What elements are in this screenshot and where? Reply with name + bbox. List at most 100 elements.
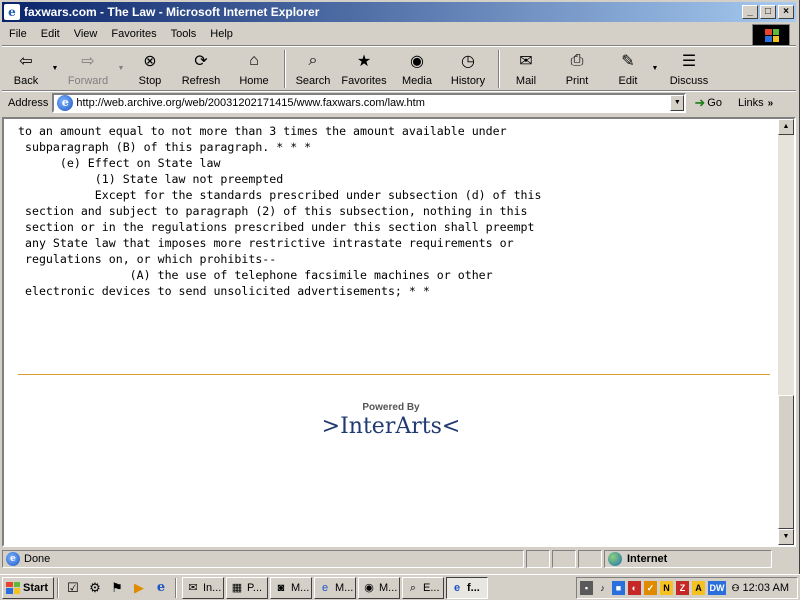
tray-check-icon[interactable]: ✓ [644,581,657,595]
scroll-up-arrow-icon[interactable]: ▲ [778,119,794,135]
media-button[interactable]: ◉ Media [392,47,442,91]
quicklaunch-ie-icon[interactable]: e [151,578,171,598]
browser-window: e faxwars.com - The Law - Microsoft Inte… [0,0,800,574]
back-dropdown-chevron-icon[interactable]: ▼ [50,65,60,72]
ie-app-icon[interactable]: e [4,4,20,20]
toolbar-separator [284,50,286,88]
mail-button[interactable]: ✉ Mail [504,47,548,91]
history-icon: ◷ [461,53,475,70]
tray-av-icon[interactable]: A [692,581,705,595]
task-label: M... [335,581,354,594]
quicklaunch-network-icon[interactable]: ⚑ [107,578,127,598]
menu-tools[interactable]: Tools [164,28,204,40]
menu-favorites[interactable]: Favorites [104,28,163,40]
law-text-line: (e) Effect on State law [18,156,221,170]
go-button[interactable]: ➜ Go [694,95,722,111]
start-button[interactable]: Start [2,576,54,599]
address-input[interactable] [76,97,667,109]
taskbar-separator [175,577,177,598]
edit-button[interactable]: ✎ Edit [606,47,650,91]
links-toolbar[interactable]: Links » [738,97,773,109]
favorites-button[interactable]: ★ Favorites [336,47,392,91]
refresh-icon: ⟳ [194,53,208,70]
menu-view[interactable]: View [67,28,105,40]
tray-zonealarm-icon[interactable]: Z [676,581,689,595]
back-label: Back [13,75,39,87]
taskbar-item-inbox[interactable]: ✉ In... [182,576,224,599]
print-button[interactable]: ⎙ Print [548,47,606,91]
quicklaunch-outlook-icon[interactable]: ☑ [63,578,83,598]
status-main: e Done [2,550,524,568]
taskbar-item-m2[interactable]: e M... [314,576,356,599]
powered-by-label: Powered By [362,402,420,413]
law-text-line: to an amount equal to not more than 3 ti… [18,124,507,138]
status-lock-cell [552,550,576,568]
standard-toolbar: ⇦ Back ▼ ⇨ Forward ▼ ⊗ Stop ⟳ Refresh ⌂ … [2,47,796,91]
address-bar: Address e ▼ ➜ Go Links » [2,92,796,114]
law-text-line: regulations on, or which prohibits-- [18,252,277,266]
taskbar-item-explorer[interactable]: ⌕ E... [402,576,444,599]
menu-file[interactable]: File [2,28,34,40]
tray-volume-icon[interactable]: ♪ [596,581,609,595]
windows-flag-icon [6,581,20,594]
address-dropdown-chevron-icon[interactable]: ▼ [670,95,685,111]
discuss-button[interactable]: ☰ Discuss [660,47,718,91]
task-label: In... [203,581,222,594]
tray-norton-icon[interactable]: N [660,581,673,595]
back-button[interactable]: ⇦ Back [2,47,50,91]
clock[interactable]: 12:03 AM [743,582,789,594]
taskbar-item-faxwars[interactable]: e f... [446,576,488,599]
search-button[interactable]: ⌕ Search [290,47,336,91]
task-label: E... [423,581,440,594]
tray-link-icon[interactable]: ⚇ [729,581,742,595]
law-text-line: any State law that imposes more restrict… [18,236,514,250]
explorer-icon: ⌕ [409,581,417,594]
tray-app-icon[interactable]: ■ [612,581,625,595]
forward-label: Forward [67,75,109,87]
history-label: History [450,75,486,87]
quicklaunch-desktop-icon[interactable]: ⚙ [85,578,105,598]
task-label: P... [247,581,263,594]
address-field[interactable]: e ▼ [52,93,687,113]
scroll-down-arrow-icon[interactable]: ▼ [778,529,794,545]
title-bar[interactable]: e faxwars.com - The Law - Microsoft Inte… [2,2,796,22]
taskbar-item-m1[interactable]: ◙ M... [270,576,312,599]
discuss-icon: ☰ [681,53,697,70]
history-button[interactable]: ◷ History [442,47,494,91]
scroll-thumb[interactable] [778,395,794,529]
start-label: Start [23,581,49,594]
close-button[interactable]: × [778,5,794,19]
task-label: M... [379,581,398,594]
paint-icon: ▦ [231,581,243,594]
back-arrow-icon: ⇦ [19,53,33,70]
taskbar-item-paint[interactable]: ▦ P... [226,576,268,599]
refresh-button[interactable]: ⟳ Refresh [174,47,228,91]
minimize-button[interactable]: _ [742,5,758,19]
quicklaunch-media-player-icon[interactable]: ▶ [129,578,149,598]
taskbar: Start ☑ ⚙ ⚑ ▶ e ✉ In... ▦ P... ◙ M... e … [0,574,800,600]
address-label: Address [8,97,49,109]
menu-help[interactable]: Help [203,28,240,40]
stop-button[interactable]: ⊗ Stop [126,47,174,91]
tray-dw-icon[interactable]: DW [708,581,726,595]
links-chevron-icon[interactable]: » [768,98,774,109]
taskbar-item-m3[interactable]: ◉ M... [358,576,400,599]
internet-zone-globe-icon [608,552,622,566]
interarts-logo-link[interactable]: >InterArts< [4,414,778,439]
edit-dropdown-chevron-icon[interactable]: ▼ [650,65,660,72]
tray-network-icon[interactable]: ▪ [580,581,593,595]
maximize-button[interactable]: □ [760,5,776,19]
law-text-line: (1) State law not preempted [18,172,284,186]
menu-edit[interactable]: Edit [34,28,67,40]
status-zone[interactable]: Internet [604,550,772,568]
law-text-line: section and subject to paragraph (2) of … [18,204,528,218]
forward-button[interactable]: ⇨ Forward [60,47,116,91]
forward-arrow-icon: ⇨ [81,53,95,70]
home-button[interactable]: ⌂ Home [228,47,280,91]
vertical-scrollbar[interactable]: ▲ ▼ [778,119,794,545]
forward-dropdown-chevron-icon[interactable]: ▼ [116,65,126,72]
edit-page-icon: ✎ [621,53,635,70]
home-label: Home [239,75,269,87]
tray-shield-icon[interactable]: ◐ [628,581,641,595]
windows-throbber-logo [752,24,790,46]
